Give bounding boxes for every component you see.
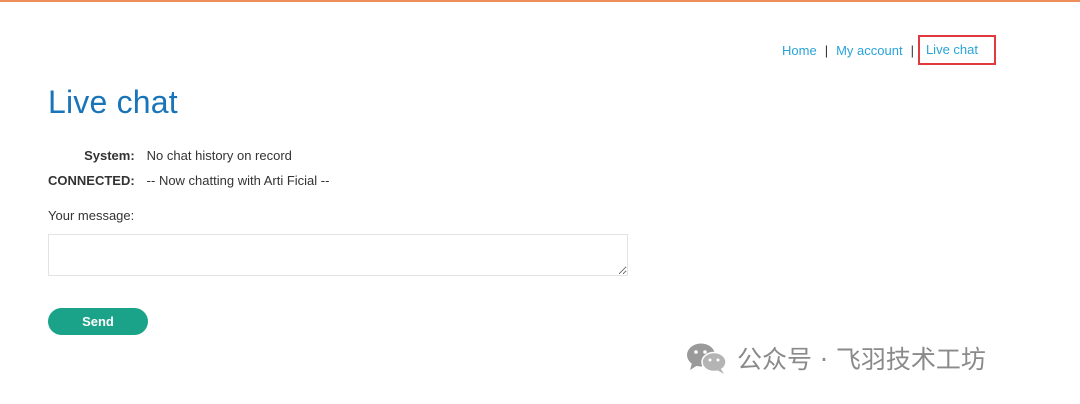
message-input[interactable] xyxy=(48,234,628,276)
chat-transcript: System: No chat history on record CONNEC… xyxy=(48,143,329,193)
page-title: Live chat xyxy=(48,84,178,120)
chat-message: No chat history on record xyxy=(146,148,292,163)
nav-link-home[interactable]: Home xyxy=(782,43,817,58)
nav-link-live-chat[interactable]: Live chat xyxy=(926,42,978,57)
watermark: 公众号 · 飞羽技术工坊 xyxy=(685,340,986,376)
chat-sender: CONNECTED: xyxy=(48,173,135,188)
send-button[interactable]: Send xyxy=(48,308,148,335)
chat-sender: System: xyxy=(84,148,135,163)
nav-separator: | xyxy=(910,42,914,58)
message-label: Your message: xyxy=(48,208,135,223)
chat-row: CONNECTED: -- Now chatting with Arti Fic… xyxy=(48,168,329,193)
chat-row: System: No chat history on record xyxy=(48,143,329,168)
nav-highlight-box: Live chat xyxy=(917,35,996,65)
top-accent-bar xyxy=(0,0,1080,2)
wechat-icon xyxy=(685,341,729,375)
nav-link-my-account[interactable]: My account xyxy=(836,43,902,58)
chat-message: -- Now chatting with Arti Ficial -- xyxy=(146,173,330,188)
top-nav: Home | My account | Live chat xyxy=(782,35,996,65)
nav-separator: | xyxy=(824,42,829,58)
watermark-text: 公众号 · 飞羽技术工坊 xyxy=(737,345,986,374)
